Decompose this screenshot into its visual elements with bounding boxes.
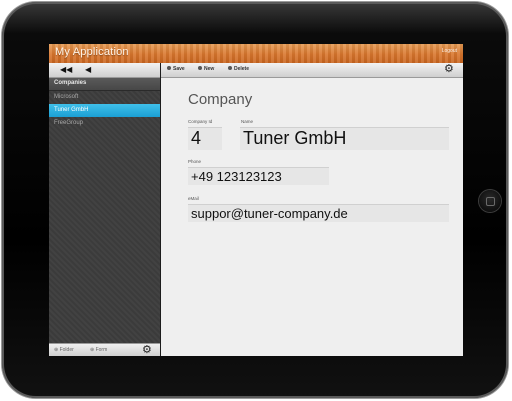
sidebar-item-freegroup[interactable]: FreeGroup [49,117,160,130]
home-button[interactable] [479,190,501,212]
sidebar-bottom-bar: ⊕ Folder ⊕ Form ⚙ [49,343,160,356]
company-id-field[interactable]: 4 [188,127,222,150]
title-bar: My Application Logout [49,44,463,63]
sidebar-item-tuner-gmbh[interactable]: Tuner GmbH [49,104,160,117]
new-button-label: New [204,66,215,72]
name-value: Tuner GmbH [243,128,347,148]
folder-button-label: Folder [59,347,74,353]
sidebar-header: Companies [49,78,160,91]
delete-icon [228,66,232,70]
toolbar-gear-icon[interactable]: ⚙ [444,64,454,75]
name-field[interactable]: Tuner GmbH [240,127,449,150]
save-icon [167,66,171,70]
save-button[interactable]: Save [167,66,185,72]
back-icon[interactable]: ◀ [85,66,91,74]
app-screen: My Application Logout ◀◀ ◀ Companies Mic… [49,44,463,356]
new-icon [198,66,202,70]
sidebar-item-microsoft[interactable]: Microsoft [49,91,160,104]
email-label: eMail [188,196,199,201]
app-title: My Application [55,46,129,58]
company-list: Microsoft Tuner GmbH FreeGroup [49,91,160,130]
back-all-icon[interactable]: ◀◀ [60,66,72,74]
home-square-icon [486,197,495,206]
phone-label: Phone [188,159,202,164]
form-button-label: Form [95,347,108,353]
sidebar-header-label: Companies [54,80,87,86]
delete-button[interactable]: Delete [228,66,249,72]
phone-value: +49 123123123 [191,169,282,184]
sidebar-toolbar: ◀◀ ◀ [49,63,160,78]
folder-button[interactable]: ⊕ Folder [54,347,74,353]
company-id-label: Company Id [188,119,213,124]
logout-link[interactable]: Logout [442,48,457,54]
new-button[interactable]: New [198,66,214,72]
save-button-label: Save [173,66,185,72]
form-button[interactable]: ⊕ Form [90,347,107,353]
sidebar: ◀◀ ◀ Companies Microsoft Tuner GmbH Free… [49,63,161,356]
name-label: Name [241,119,254,124]
email-field[interactable]: suppor@tuner-company.de [188,204,449,222]
delete-button-label: Delete [234,66,250,72]
company-id-value: 4 [191,128,202,148]
page-title: Company [188,91,253,108]
phone-field[interactable]: +49 123123123 [188,167,329,185]
sidebar-gear-icon[interactable]: ⚙ [142,345,152,356]
email-value: suppor@tuner-company.de [191,206,348,221]
main-toolbar: Save New Delete ⚙ [161,63,463,78]
company-form: Company Company Id 4 Name Tuner GmbH Pho… [161,78,463,356]
